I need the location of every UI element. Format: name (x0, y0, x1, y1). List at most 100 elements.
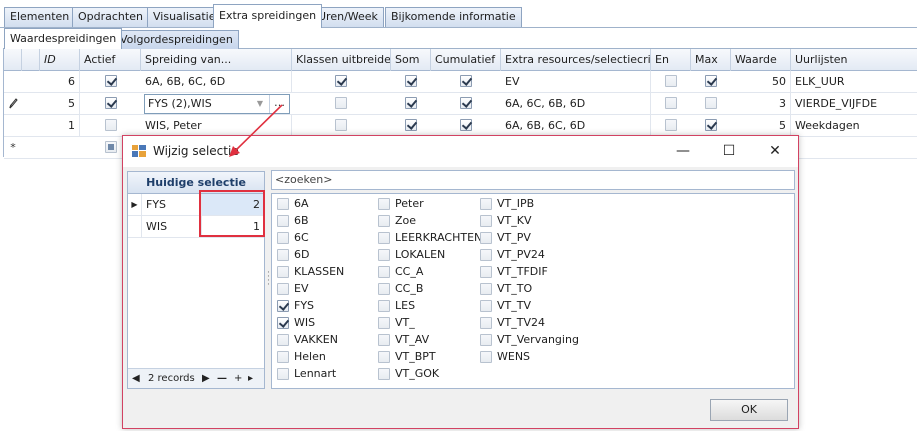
cell-id[interactable]: 1 (40, 115, 80, 136)
actief-checkbox[interactable] (105, 119, 117, 131)
cell-spreiding[interactable]: WIS, Peter (141, 115, 292, 136)
option-checkbox[interactable] (378, 266, 390, 278)
table-row[interactable]: 6 6A, 6B, 6C, 6D EV 50 ELK_UUR (4, 71, 917, 93)
option-checkbox[interactable] (277, 249, 289, 261)
option-checkbox[interactable] (480, 283, 492, 295)
header-cumulatief[interactable]: Cumulatief (431, 49, 501, 71)
actief-checkbox[interactable] (105, 141, 117, 153)
option-checkbox[interactable] (378, 368, 390, 380)
cell-extra-resources[interactable]: 6A, 6B, 6C, 6D (501, 115, 651, 136)
selection-name[interactable]: FYS (142, 194, 202, 215)
tab-elementen[interactable]: Elementen (4, 7, 76, 27)
option-checkbox[interactable] (480, 317, 492, 329)
option-checkbox[interactable] (378, 300, 390, 312)
search-input[interactable]: <zoeken> (271, 170, 795, 190)
max-checkbox[interactable] (705, 75, 717, 87)
option-checkbox[interactable] (277, 300, 289, 312)
header-max[interactable]: Max (691, 49, 731, 71)
minimize-button[interactable]: — (660, 136, 706, 167)
klassen-uitbreiden-checkbox[interactable] (335, 75, 347, 87)
ok-button[interactable]: OK (710, 399, 788, 421)
cell-waarde[interactable]: 50 (731, 71, 791, 92)
header-waarde[interactable]: Waarde (731, 49, 791, 71)
option-checkbox[interactable] (480, 300, 492, 312)
cell-extra-resources[interactable]: 6A, 6C, 6B, 6D (501, 93, 651, 114)
tab-extra-spreidingen[interactable]: Extra spreidingen (213, 4, 323, 28)
cell-uurlijsten[interactable]: VIERDE_VIJFDE (791, 93, 917, 114)
header-klassen-uitbreiden[interactable]: Klassen uitbreiden (292, 49, 391, 71)
prev-record-icon[interactable]: ◀ (132, 369, 140, 388)
cell-extra-resources[interactable]: EV (501, 71, 651, 92)
header-spreiding[interactable]: Spreiding van... (141, 49, 292, 71)
som-checkbox[interactable] (405, 97, 417, 109)
option-checkbox[interactable] (378, 283, 390, 295)
tab-visualisatie[interactable]: Visualisatie (147, 7, 222, 27)
klassen-uitbreiden-checkbox[interactable] (335, 97, 347, 109)
cell-id[interactable]: 6 (40, 71, 80, 92)
option-checkbox[interactable] (277, 215, 289, 227)
cell-spreiding[interactable]: 6A, 6B, 6C, 6D (141, 71, 292, 92)
option-checkbox[interactable] (277, 351, 289, 363)
table-row[interactable]: 5 FYS (2),WIS ▼ … 6A, 6C, 6B, 6D 3 VIERD… (4, 93, 917, 115)
table-row[interactable]: 1 WIS, Peter 6A, 6B, 6C, 6D 5 Weekdagen (4, 115, 917, 137)
option-checkbox[interactable] (480, 215, 492, 227)
header-som[interactable]: Som (391, 49, 431, 71)
close-button[interactable]: ✕ (752, 136, 798, 167)
tab-uren-week[interactable]: Uren/Week (312, 7, 384, 27)
add-record-icon[interactable]: + (234, 369, 242, 388)
en-checkbox[interactable] (665, 75, 677, 87)
next-record-icon[interactable]: ▶ (202, 369, 210, 388)
option-checkbox[interactable] (277, 317, 289, 329)
actief-checkbox[interactable] (105, 75, 117, 87)
option-checkbox[interactable] (480, 266, 492, 278)
header-uurlijsten[interactable]: Uurlijsten (791, 49, 917, 71)
som-checkbox[interactable] (405, 75, 417, 87)
option-checkbox[interactable] (378, 249, 390, 261)
more-icon[interactable]: ▸ (248, 369, 253, 388)
en-checkbox[interactable] (665, 97, 677, 109)
actief-checkbox[interactable] (105, 97, 117, 109)
option-checkbox[interactable] (378, 232, 390, 244)
tab-volgordespreidingen[interactable]: Volgordespreidingen (114, 30, 239, 49)
cell-waarde[interactable]: 3 (731, 93, 791, 114)
chevron-down-icon[interactable]: ▼ (253, 97, 267, 111)
option-checkbox[interactable] (378, 198, 390, 210)
tab-waardespreidingen[interactable]: Waardespreidingen (4, 28, 123, 49)
tab-bijkomende-informatie[interactable]: Bijkomende informatie (385, 7, 522, 27)
cumulatief-checkbox[interactable] (460, 75, 472, 87)
option-checkbox[interactable] (480, 334, 492, 346)
option-checkbox[interactable] (378, 215, 390, 227)
maximize-button[interactable]: ☐ (706, 136, 752, 167)
spreiding-editor[interactable]: FYS (2),WIS ▼ … (144, 94, 290, 114)
en-checkbox[interactable] (665, 119, 677, 131)
dialog-title-bar[interactable]: Wijzig selectie — ☐ ✕ (123, 136, 798, 167)
option-checkbox[interactable] (378, 334, 390, 346)
option-checkbox[interactable] (480, 351, 492, 363)
option-checkbox[interactable] (480, 249, 492, 261)
delete-record-icon[interactable]: — (217, 369, 227, 388)
cumulatief-checkbox[interactable] (460, 119, 472, 131)
header-actief[interactable]: Actief (80, 49, 141, 71)
ellipsis-button[interactable]: … (269, 95, 289, 113)
option-checkbox[interactable] (277, 283, 289, 295)
cumulatief-checkbox[interactable] (460, 97, 472, 109)
header-extra-resources[interactable]: Extra resources/selectiecrit... (501, 49, 651, 71)
option-checkbox[interactable] (277, 334, 289, 346)
cell-uurlijsten[interactable]: Weekdagen (791, 115, 917, 136)
som-checkbox[interactable] (405, 119, 417, 131)
max-checkbox[interactable] (705, 97, 717, 109)
cell-waarde[interactable]: 5 (731, 115, 791, 136)
option-checkbox[interactable] (277, 232, 289, 244)
option-checkbox[interactable] (480, 232, 492, 244)
max-checkbox[interactable] (705, 119, 717, 131)
option-checkbox[interactable] (277, 368, 289, 380)
cell-uurlijsten[interactable]: ELK_UUR (791, 71, 917, 92)
header-en[interactable]: En (651, 49, 691, 71)
klassen-uitbreiden-checkbox[interactable] (335, 119, 347, 131)
option-checkbox[interactable] (378, 317, 390, 329)
option-checkbox[interactable] (277, 198, 289, 210)
header-id[interactable]: ID (40, 49, 80, 71)
option-checkbox[interactable] (277, 266, 289, 278)
selection-name[interactable]: WIS (142, 216, 202, 237)
option-checkbox[interactable] (480, 198, 492, 210)
